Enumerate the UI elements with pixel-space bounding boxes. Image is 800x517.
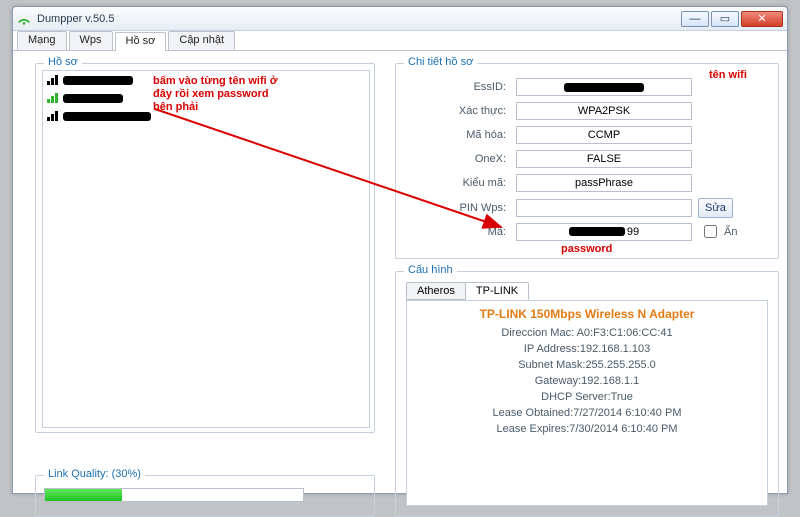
config-tab-tplink[interactable]: TP-LINK: [465, 282, 529, 300]
ip-line: IP Address:192.168.1.103: [407, 343, 767, 355]
profiles-group: Hồ sơ: [35, 63, 375, 433]
keytype-field[interactable]: passPhrase: [516, 174, 692, 192]
main-tabs: Mạng Wps Hồ sơ Cập nhật: [13, 31, 787, 51]
password-field[interactable]: 99: [516, 223, 692, 241]
essid-field[interactable]: [516, 78, 692, 96]
tab-capnhat[interactable]: Cập nhật: [168, 31, 235, 50]
tab-hoso[interactable]: Hồ sơ: [115, 32, 167, 51]
window-title: Dumpper v.50.5: [37, 13, 114, 25]
close-button[interactable]: ✕: [741, 11, 783, 27]
config-panel: TP-LINK 150Mbps Wireless N Adapter Direc…: [406, 300, 768, 506]
signal-icon: [47, 111, 59, 121]
maximize-button[interactable]: ▭: [711, 11, 739, 27]
dhcp-line: DHCP Server:True: [407, 391, 767, 403]
app-window: Dumpper v.50.5 — ▭ ✕ Mạng Wps Hồ sơ Cập …: [12, 6, 788, 494]
auth-label: Xác thực:: [436, 105, 506, 117]
tab-mang[interactable]: Mạng: [17, 31, 67, 50]
lease-obtained-line: Lease Obtained:7/27/2014 6:10:40 PM: [407, 407, 767, 419]
titlebar: Dumpper v.50.5 — ▭ ✕: [13, 7, 787, 31]
signal-icon: [47, 75, 59, 85]
config-group: Cấu hình Atheros TP-LINK TP-LINK 150Mbps…: [395, 271, 779, 517]
config-tab-atheros[interactable]: Atheros: [406, 282, 466, 300]
link-quality-legend: Link Quality: (30%): [44, 468, 145, 480]
enc-label: Mã hóa:: [436, 129, 506, 141]
hide-checkbox[interactable]: Ẩn: [700, 222, 737, 241]
profile-row[interactable]: [43, 107, 369, 125]
essid-label: EssID:: [436, 81, 506, 93]
subnet-line: Subnet Mask:255.255.255.0: [407, 359, 767, 371]
link-quality-group: Link Quality: (30%): [35, 475, 375, 517]
config-tabs: Atheros TP-LINK: [406, 282, 528, 300]
enc-field[interactable]: CCMP: [516, 126, 692, 144]
profile-row[interactable]: [43, 71, 369, 89]
profile-name-redacted: [63, 76, 133, 85]
mac-line: Direccion Mac: A0:F3:C1:06:CC:41: [407, 327, 767, 339]
profile-name-redacted: [63, 94, 123, 103]
lease-expires-line: Lease Expires:7/30/2014 6:10:40 PM: [407, 423, 767, 435]
config-legend: Cấu hình: [404, 264, 457, 276]
signal-icon: [47, 93, 59, 103]
pin-label: PIN Wps:: [436, 202, 506, 214]
window-body: Hồ sơ Link Quality: (30%): [13, 51, 787, 493]
password-redacted: [569, 227, 625, 236]
hide-checkbox-label: Ẩn: [724, 226, 737, 238]
pin-field[interactable]: [516, 199, 692, 217]
link-quality-fill: [45, 489, 122, 501]
app-icon: [17, 12, 31, 26]
auth-field[interactable]: WPA2PSK: [516, 102, 692, 120]
edit-pin-button[interactable]: Sửa: [698, 198, 733, 218]
gateway-line: Gateway:192.168.1.1: [407, 375, 767, 387]
profiles-list[interactable]: [42, 70, 370, 428]
keytype-label: Kiểu mã:: [436, 177, 506, 189]
adapter-title: TP-LINK 150Mbps Wireless N Adapter: [407, 307, 767, 321]
onex-label: OneX:: [436, 153, 506, 165]
hide-checkbox-input[interactable]: [704, 225, 717, 238]
profile-name-redacted: [63, 112, 151, 121]
details-group: Chi tiết hồ sơ EssID: Xác thực: WPA2PSK …: [395, 63, 779, 259]
minimize-button[interactable]: —: [681, 11, 709, 27]
tab-wps[interactable]: Wps: [69, 31, 113, 50]
essid-redacted: [564, 83, 644, 92]
details-legend: Chi tiết hồ sơ: [404, 56, 477, 68]
profile-row[interactable]: [43, 89, 369, 107]
password-suffix: 99: [627, 226, 639, 238]
pw-label: Mã:: [436, 226, 506, 238]
profiles-legend: Hồ sơ: [44, 56, 82, 68]
onex-field[interactable]: FALSE: [516, 150, 692, 168]
window-controls: — ▭ ✕: [681, 11, 783, 27]
